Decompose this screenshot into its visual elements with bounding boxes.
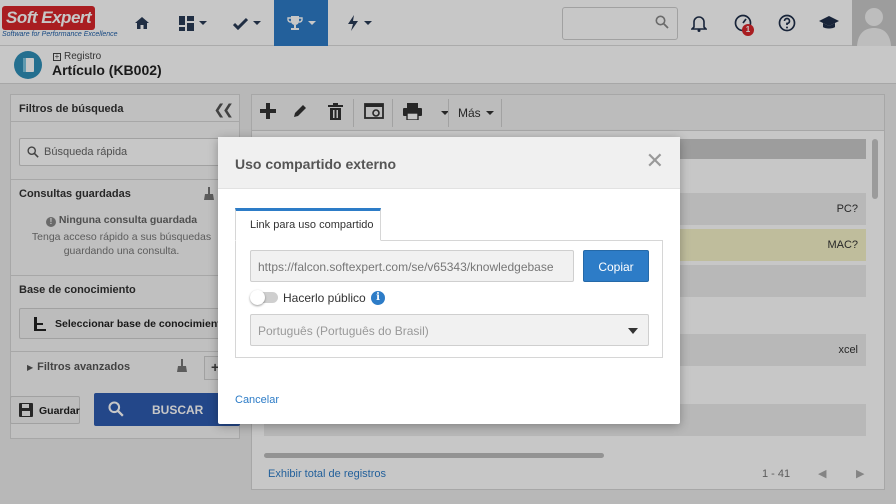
make-public-toggle[interactable] <box>250 290 278 305</box>
close-icon[interactable]: ✕ <box>646 150 664 172</box>
dialog-title: Uso compartido externo <box>235 156 397 172</box>
share-link-field[interactable]: https://falcon.softexpert.com/se/v65343/… <box>250 250 574 282</box>
copy-button[interactable]: Copiar <box>583 250 649 282</box>
dialog-header: Uso compartido externo ✕ <box>218 137 680 189</box>
chevron-down-icon <box>628 328 638 334</box>
toggle-knob <box>250 290 265 305</box>
info-icon[interactable]: i <box>371 291 385 305</box>
language-select-value: Português (Português do Brasil) <box>258 324 429 338</box>
language-select[interactable]: Português (Português do Brasil) <box>250 314 649 346</box>
external-share-dialog: Uso compartido externo ✕ Link para uso c… <box>218 137 680 424</box>
tab-share-link[interactable]: Link para uso compartido <box>235 208 381 241</box>
cancel-button[interactable]: Cancelar <box>235 394 279 406</box>
tab-panel: https://falcon.softexpert.com/se/v65343/… <box>235 240 663 358</box>
make-public-label: Hacerlo público <box>283 291 366 305</box>
